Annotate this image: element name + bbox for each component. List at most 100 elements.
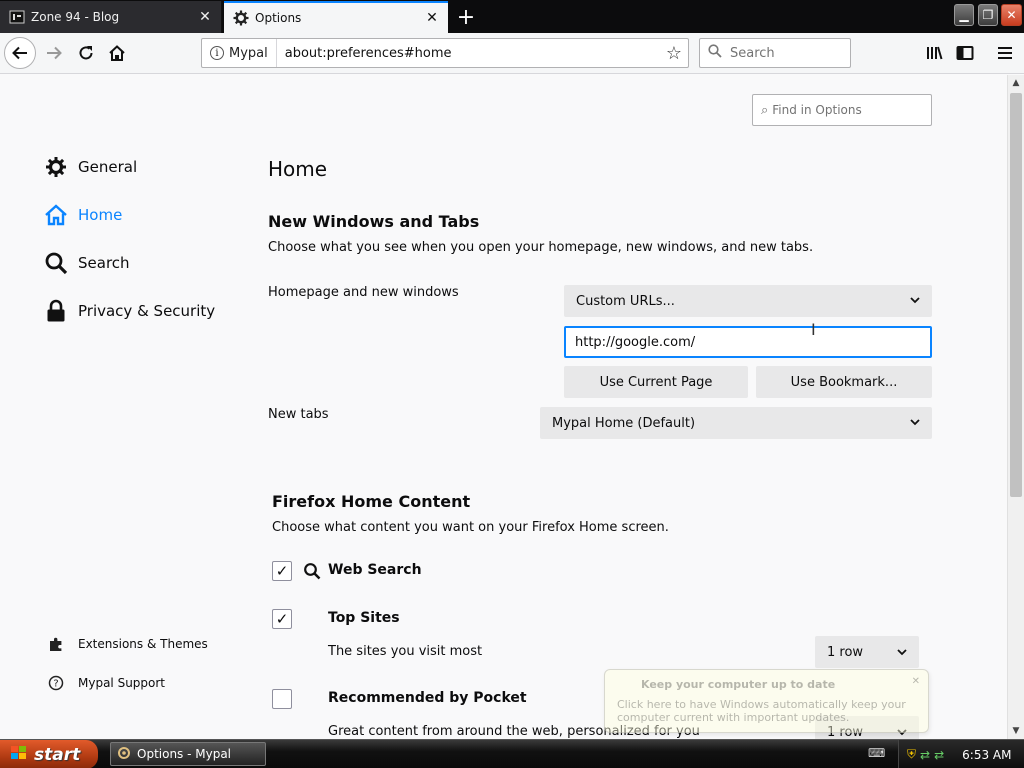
mypal-support-link[interactable]: ? Mypal Support [48,675,165,691]
taskbar: start Options - Mypal ⌨ ⛨ ⇄ ⇄ 6:53 AM [0,739,1024,768]
info-icon: i [210,46,224,60]
text-cursor-icon: I [811,320,816,339]
tab-title: Zone 94 - Blog [31,10,120,24]
category-privacy-security[interactable]: Privacy & Security [44,299,215,323]
navigation-toolbar: i Mypal about:preferences#home ☆ Search [0,33,1024,74]
mypal-app-icon [117,746,131,763]
library-icon [927,46,943,60]
balloon-title: Keep your computer up to date [641,678,836,691]
search-icon [303,562,321,580]
selected-value: Mypal Home (Default) [552,415,696,431]
search-bar[interactable]: Search [699,38,851,68]
section-desc-home-content: Choose what content you want on your Fir… [272,520,669,535]
extensions-themes-link[interactable]: Extensions & Themes [48,636,208,652]
tab-options[interactable]: Options ✕ [224,1,448,33]
chevron-down-icon [910,296,920,307]
restore-window-button[interactable]: ❐ [978,4,998,26]
back-button[interactable] [4,37,36,69]
sidebar-icon [956,46,974,60]
top-sites-rows-dropdown[interactable]: 1 row [815,636,919,668]
forward-arrow-icon [47,46,62,60]
find-placeholder: Find in Options [772,103,862,117]
top-sites-desc: The sites you visit most [328,644,483,659]
search-icon [708,44,722,62]
footer-link-label: Extensions & Themes [78,637,208,651]
tab-title: Options [255,11,302,25]
use-current-page-button[interactable]: Use Current Page [564,366,748,398]
scroll-down-arrow-icon[interactable]: ▼ [1008,723,1024,739]
identity-box[interactable]: i Mypal [202,39,277,67]
svg-text:?: ? [53,679,58,690]
home-button[interactable] [101,37,133,69]
taskbar-item-label: Options - Mypal [137,747,232,761]
top-sites-checkbox[interactable]: ✓ [272,609,292,629]
chevron-down-icon [910,418,920,429]
library-button[interactable] [922,41,946,65]
web-search-checkbox[interactable]: ✓ [272,561,292,581]
clock[interactable]: 6:53 AM [962,748,1011,762]
category-label: Search [78,254,130,272]
menu-icon [998,47,1012,59]
system-tray: ⛨ ⇄ ⇄ 6:53 AM [898,740,1024,768]
category-home[interactable]: Home [44,203,122,227]
reload-button[interactable] [70,37,102,69]
pocket-label: Recommended by Pocket [328,690,527,706]
keyboard-icon[interactable]: ⌨ [868,746,885,760]
lock-icon [44,299,68,323]
home-icon [44,203,68,227]
search-placeholder: Search [730,45,775,61]
category-label: Privacy & Security [78,302,216,320]
web-search-label: Web Search [328,562,422,578]
new-tabs-dropdown[interactable]: Mypal Home (Default) [540,407,932,439]
preferences-page: ⌕ Find in Options General Home Search Pr… [0,75,1007,748]
homepage-label: Homepage and new windows [268,285,459,300]
network-icon[interactable]: ⇄ [934,748,944,762]
homepage-mode-dropdown[interactable]: Custom URLs... [564,285,932,317]
close-window-button[interactable]: ✕ [1001,4,1022,26]
search-icon: ⌕ [761,102,769,118]
start-button[interactable]: start [0,740,98,768]
close-tab-icon[interactable]: ✕ [420,6,444,30]
url-text[interactable]: about:preferences#home [277,46,660,61]
close-icon[interactable]: ✕ [912,676,920,687]
homepage-url-input[interactable]: http://google.com/ [564,326,932,358]
search-icon [44,251,68,275]
tab-strip: Zone 94 - Blog ✕ Options ✕ + ▁ ❐ ✕ [0,0,1024,33]
find-in-options-input[interactable]: ⌕ Find in Options [752,94,932,126]
use-bookmark-button[interactable]: Use Bookmark... [756,366,932,398]
vertical-scrollbar[interactable]: ▲ ▼ [1007,75,1024,739]
selected-value: 1 row [827,644,864,660]
help-icon: ? [48,675,64,691]
windows-logo-icon [10,745,28,765]
section-title-home-content: Firefox Home Content [272,492,471,511]
footer-link-label: Mypal Support [78,676,166,690]
close-tab-icon[interactable]: ✕ [193,5,217,29]
page-title: Home [268,157,328,181]
scrollbar-thumb[interactable] [1010,93,1022,497]
tab-zone94-blog[interactable]: Zone 94 - Blog ✕ [0,1,222,33]
forward-button[interactable] [38,37,70,69]
selected-value: Custom URLs... [576,293,675,309]
bookmark-star-icon[interactable]: ☆ [660,43,688,64]
new-tab-button[interactable]: + [452,3,480,31]
balloon-body: Click here to have Windows automatically… [617,698,906,724]
category-search[interactable]: Search [44,251,130,275]
chevron-down-icon [897,645,907,660]
home-icon [109,45,125,61]
pocket-checkbox[interactable] [272,689,292,709]
section-desc-new-windows: Choose what you see when you open your h… [268,240,814,255]
scroll-up-arrow-icon[interactable]: ▲ [1008,75,1024,91]
category-general[interactable]: General [44,155,137,179]
back-arrow-icon [12,46,27,60]
start-label: start [34,744,81,765]
gear-icon [233,10,249,26]
taskbar-item-options-mypal[interactable]: Options - Mypal [110,742,266,766]
gear-icon [44,155,68,179]
sidebar-button[interactable] [953,41,977,65]
minimize-window-button[interactable]: ▁ [954,4,974,26]
windows-update-balloon[interactable]: Keep your computer up to date ✕ Click he… [604,669,929,733]
hamburger-menu-button[interactable] [993,41,1017,65]
url-bar[interactable]: i Mypal about:preferences#home ☆ [201,38,689,68]
security-shield-icon[interactable]: ⛨ [907,747,916,762]
network-icon[interactable]: ⇄ [920,748,930,762]
